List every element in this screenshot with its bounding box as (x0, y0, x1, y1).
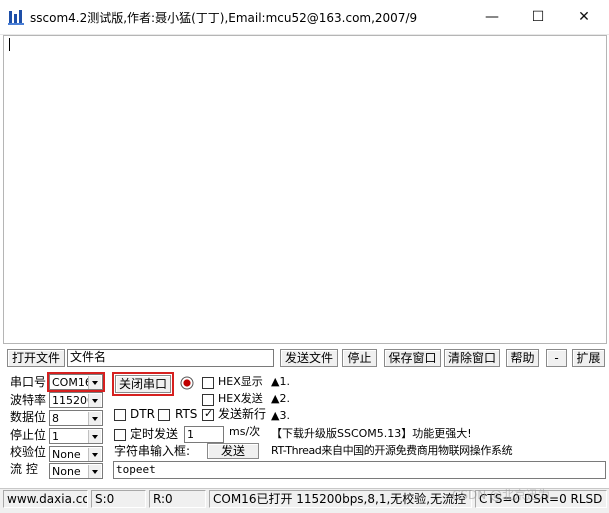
send-button[interactable]: 发送 (207, 443, 259, 459)
interval-unit-label: ms/次 (229, 425, 261, 438)
baud-select[interactable]: 115200 (49, 392, 103, 408)
send-newline-label: 发送新行 (218, 407, 267, 421)
text-caret (9, 38, 10, 51)
interval-input[interactable]: 1 (184, 426, 224, 443)
port-select[interactable]: COM16 (49, 374, 103, 390)
maximize-icon: ☐ (531, 9, 545, 25)
dtr-checkbox[interactable] (114, 409, 126, 421)
chevron-down-icon (88, 465, 101, 478)
timed-send-label: 定时发送 (130, 427, 179, 441)
website-status: www.daxia.com (3, 490, 88, 508)
upgrade-link[interactable]: 【下载升级版SSCOM5.13】功能更强大! (271, 426, 472, 442)
parity-label: 校验位 (10, 445, 47, 459)
rts-checkbox[interactable] (158, 409, 170, 421)
send-newline-checkbox[interactable] (202, 407, 214, 421)
port-value: COM16 (52, 376, 92, 389)
close-port-button[interactable]: 关闭串口 (115, 375, 171, 393)
close-icon: ✕ (578, 9, 590, 25)
received-count: R:0 (149, 490, 206, 508)
rts-label: RTS (175, 407, 198, 421)
stopbits-label: 停止位 (10, 428, 47, 442)
save-window-button[interactable]: 保存窗口 (384, 349, 441, 367)
minimize-icon: — (485, 9, 499, 25)
databits-select[interactable]: 8 (49, 410, 103, 426)
stop-button[interactable]: 停止 (342, 349, 377, 367)
file-name-field[interactable]: 文件名 (67, 349, 274, 367)
rtthread-ad-link[interactable]: RT-Thread来自中国的开源免费商用物联网操作系统 (271, 443, 513, 459)
send-text-input[interactable]: topeet (113, 461, 606, 479)
chevron-down-icon (88, 412, 101, 425)
hex-send-checkbox[interactable] (202, 394, 214, 406)
info-line-2: ▲2. (271, 392, 290, 405)
window-title: sscom4.2测试版,作者:聂小猛(丁丁),Email:mcu52@163.c… (30, 11, 418, 25)
port-label: 串口号 (10, 375, 47, 389)
watermark: CSDN @北京迅为 (452, 488, 551, 502)
baud-label: 波特率 (10, 393, 47, 407)
hex-display-label: HEX显示 (218, 375, 263, 388)
parity-select[interactable]: None (49, 446, 103, 462)
clear-window-button[interactable]: 清除窗口 (444, 349, 500, 367)
info-line-3: ▲3. (271, 409, 290, 422)
string-input-label: 字符串输入框: (114, 444, 191, 458)
chevron-down-icon (88, 430, 101, 443)
minimize-button[interactable]: — (469, 0, 515, 34)
hex-display-checkbox[interactable] (202, 377, 214, 389)
open-file-button[interactable]: 打开文件 (7, 349, 65, 367)
stopbits-value: 1 (52, 430, 59, 443)
expand-button[interactable]: 扩展 (572, 349, 605, 367)
timed-send-checkbox[interactable] (114, 429, 126, 441)
chevron-down-icon (88, 376, 101, 389)
port-state-status: COM16已打开 115200bps,8,1,无校验,无流控 (209, 490, 472, 508)
hex-send-label: HEX发送 (218, 392, 263, 405)
app-icon (8, 9, 24, 25)
sent-count: S:0 (91, 490, 146, 508)
send-file-button[interactable]: 发送文件 (280, 349, 338, 367)
chevron-down-icon (88, 448, 101, 461)
databits-label: 数据位 (10, 410, 47, 424)
close-window-button[interactable]: ✕ (561, 0, 607, 34)
flow-value: None (52, 465, 81, 478)
databits-value: 8 (52, 412, 59, 425)
flow-label: 流 控 (10, 462, 38, 476)
collapse-button[interactable]: - (546, 349, 567, 367)
dtr-label: DTR (130, 407, 155, 421)
parity-value: None (52, 448, 81, 461)
info-line-1: ▲1. (271, 375, 290, 388)
help-button[interactable]: 帮助 (506, 349, 539, 367)
stopbits-select[interactable]: 1 (49, 428, 103, 444)
flow-select[interactable]: None (49, 463, 103, 479)
port-status-indicator (180, 376, 194, 390)
maximize-button[interactable]: ☐ (515, 0, 561, 34)
receive-textarea[interactable] (3, 35, 607, 344)
chevron-down-icon (88, 394, 101, 407)
